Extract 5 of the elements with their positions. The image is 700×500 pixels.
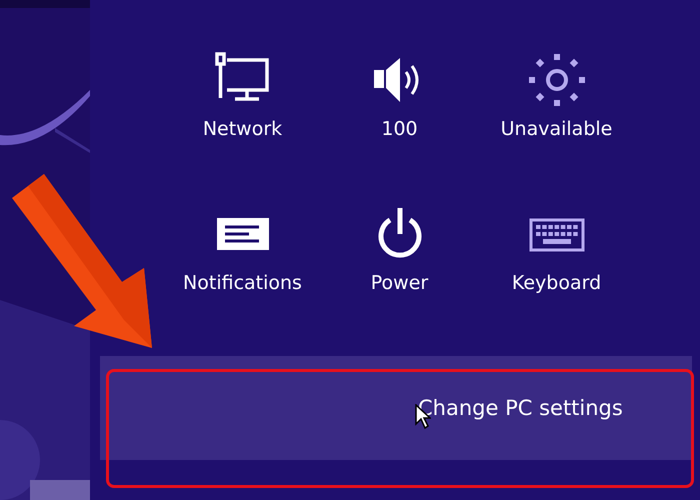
settings-tile[interactable]: Network xyxy=(164,52,321,140)
settings-tile[interactable]: Power xyxy=(321,206,478,294)
settings-tile[interactable]: Notifications xyxy=(164,206,321,294)
settings-link[interactable]: Change PC settings xyxy=(100,356,692,460)
settings-tile[interactable]: 100 xyxy=(321,52,478,140)
